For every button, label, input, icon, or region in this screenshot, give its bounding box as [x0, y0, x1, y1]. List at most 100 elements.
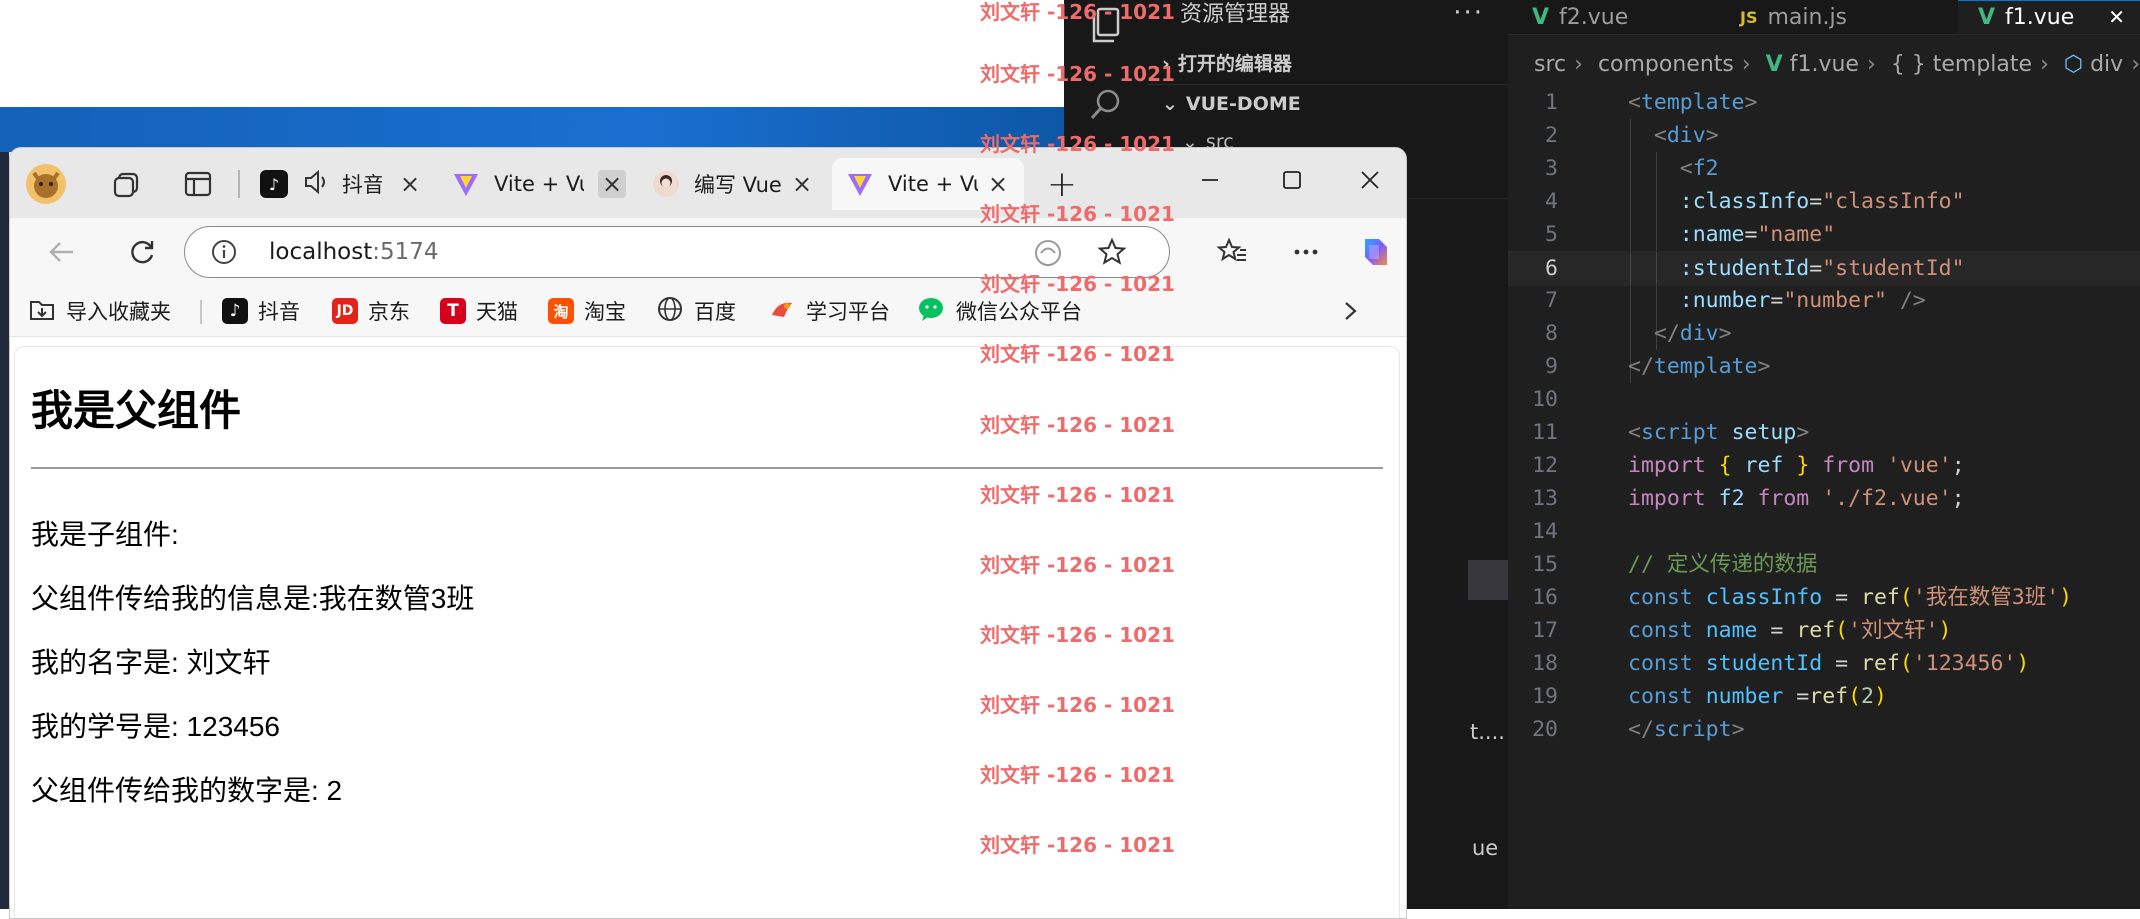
selected-file-row[interactable]: [1468, 560, 1508, 600]
minimize-button[interactable]: [1180, 160, 1240, 200]
taobao-icon: 淘: [548, 298, 574, 324]
close-tab-icon[interactable]: ×: [396, 170, 424, 198]
code-line: 16 const classInfo = ref('我在数管3班'): [1532, 585, 2073, 610]
editor-area: V f2.vue JS main.js V f1.vue ✕ src › comp…: [1508, 0, 2140, 909]
divider: [200, 300, 202, 324]
file-name-fragment[interactable]: ue: [1472, 836, 1498, 860]
desktop-background-strip: [0, 152, 9, 909]
jd-icon: JD: [332, 298, 358, 324]
watermark: 刘文轩 -126 - 1021: [980, 272, 1175, 296]
code-line: 9 </template>: [1545, 354, 1771, 379]
back-button[interactable]: [40, 230, 84, 274]
breadcrumb: src › components › V f1.vue › { } template ›…: [1534, 52, 2140, 77]
favorite-tmall[interactable]: T 天猫: [440, 286, 518, 336]
project-section[interactable]: ⌄ VUE-DOME: [1162, 86, 1301, 122]
divider: [1148, 84, 1508, 85]
student-id-line: 我的学号是: 123456: [31, 711, 280, 742]
avatar-icon: [652, 170, 680, 198]
code-line: 2 <div>: [1545, 123, 1719, 148]
study-icon: [768, 295, 796, 328]
favorite-import[interactable]: 导入收藏夹: [28, 286, 171, 336]
close-window-button[interactable]: [1340, 160, 1400, 200]
tab-write-vue[interactable]: 编写 Vue ×: [638, 158, 828, 210]
name-line: 我的名字是: 刘文轩: [31, 647, 271, 678]
vue-file-icon: V: [1532, 4, 1550, 30]
watermark: 刘文轩 -126 - 1021: [980, 763, 1175, 787]
watermark: 刘文轩 -126 - 1021: [980, 202, 1175, 226]
watermark: 刘文轩 -126 - 1021: [980, 342, 1175, 366]
watermark: 刘文轩 -126 - 1021: [980, 483, 1175, 507]
favorite-star-icon[interactable]: [1097, 237, 1127, 271]
child-title: 我是子组件:: [31, 519, 179, 550]
watermark: 刘文轩 -126 - 1021: [980, 132, 1175, 156]
copilot-icon[interactable]: [1354, 230, 1398, 274]
chevron-down-icon: ⌄: [1162, 93, 1178, 115]
profile-avatar[interactable]: [24, 162, 68, 206]
wechat-icon: [916, 295, 946, 328]
vite-icon: [846, 170, 874, 198]
tab-vite-vue[interactable]: Vite + Vue ×: [438, 158, 638, 210]
code-line: 12 import { ref } from 'vue';: [1532, 453, 1965, 478]
divider: [238, 170, 240, 198]
vue-file-icon: V: [1765, 52, 1783, 77]
info-icon[interactable]: [211, 239, 237, 269]
close-tab-icon[interactable]: ×: [984, 170, 1012, 198]
watermark: 刘文轩 -126 - 1021: [980, 0, 1175, 24]
favorite-jd[interactable]: JD 京东: [332, 286, 410, 336]
search-icon[interactable]: [1084, 82, 1128, 126]
code-line: 4 :classInfo="classInfo": [1545, 189, 1965, 214]
immersive-reader-icon[interactable]: [1033, 238, 1063, 272]
code-line: 15// 定义传递的数据: [1532, 552, 1818, 577]
watermark: 刘文轩 -126 - 1021: [980, 623, 1175, 647]
favorites-bar: 导入收藏夹 ♪ 抖音 JD 京东 T 天猫 淘 淘宝 百度 学习平台 微信公众平…: [10, 286, 1406, 337]
vite-icon: [452, 170, 480, 198]
code-line: 5 :name="name": [1545, 222, 1836, 247]
speaker-icon[interactable]: [302, 168, 330, 201]
chevron-right-icon[interactable]: [1340, 286, 1360, 336]
element-icon: ⬡: [2063, 52, 2084, 77]
favorite-taobao[interactable]: 淘 淘宝: [548, 286, 626, 336]
maximize-button[interactable]: [1262, 160, 1322, 200]
page-heading: 我是父组件: [31, 387, 242, 434]
explorer-title: 资源管理器: [1180, 2, 1291, 27]
close-tab-icon[interactable]: ×: [788, 170, 816, 198]
import-icon: [28, 296, 56, 327]
favorites-icon[interactable]: [1210, 230, 1254, 274]
tab-f1-vue[interactable]: V f1.vue ✕: [1958, 0, 2140, 33]
url-text[interactable]: localhost:5174: [269, 227, 439, 277]
favorite-baidu[interactable]: 百度: [656, 286, 736, 336]
editor-tabs: V f2.vue JS main.js V f1.vue ✕: [1508, 0, 2140, 35]
code-line: 14: [1532, 519, 1558, 544]
tab-main-js[interactable]: JS main.js: [1740, 0, 1847, 34]
code-line: 13 import f2 from './f2.vue';: [1532, 486, 1965, 511]
favorite-study[interactable]: 学习平台: [768, 286, 890, 336]
open-editors-section[interactable]: › 打开的编辑器: [1162, 46, 1292, 82]
close-tab-icon[interactable]: ×: [598, 170, 626, 198]
file-name-fragment[interactable]: t....: [1470, 720, 1505, 744]
more-actions-icon[interactable]: ···: [1453, 0, 1484, 26]
douyin-icon: ♪: [222, 298, 248, 324]
divider: [31, 467, 1383, 469]
tab-douyin[interactable]: ♪ 抖音 ×: [246, 158, 436, 210]
workspaces-icon[interactable]: [104, 162, 148, 206]
favorite-douyin[interactable]: ♪ 抖音: [222, 286, 300, 336]
watermark: 刘文轩 -126 - 1021: [980, 62, 1175, 86]
vertical-tabs-icon[interactable]: [176, 162, 220, 206]
watermark: 刘文轩 -126 - 1021: [980, 413, 1175, 437]
code-line: 8 </div>: [1545, 321, 1732, 346]
close-icon[interactable]: ✕: [2108, 5, 2125, 29]
tab-f2-vue[interactable]: V f2.vue: [1532, 0, 1628, 34]
browser-window: ♪ 抖音 × Vite + Vue × 编写 Vue × Vite + Vue …: [9, 147, 1407, 919]
number-line: 父组件传给我的数字是: 2: [31, 775, 343, 806]
refresh-button[interactable]: [120, 230, 164, 274]
code-line: 20 </script>: [1532, 717, 1745, 742]
watermark: 刘文轩 -126 - 1021: [980, 553, 1175, 577]
code-line: 3 <f2: [1545, 156, 1719, 181]
code-line: 17 const name = ref('刘文轩'): [1532, 618, 1952, 643]
desktop-background: [0, 107, 1064, 152]
vue-file-icon: V: [1978, 4, 1996, 30]
braces-icon: { }: [1890, 52, 1926, 77]
browser-tab-bar: ♪ 抖音 × Vite + Vue × 编写 Vue × Vite + Vue …: [10, 148, 1406, 218]
code-line: 1 <template>: [1545, 90, 1758, 115]
more-menu-icon[interactable]: [1284, 230, 1328, 274]
